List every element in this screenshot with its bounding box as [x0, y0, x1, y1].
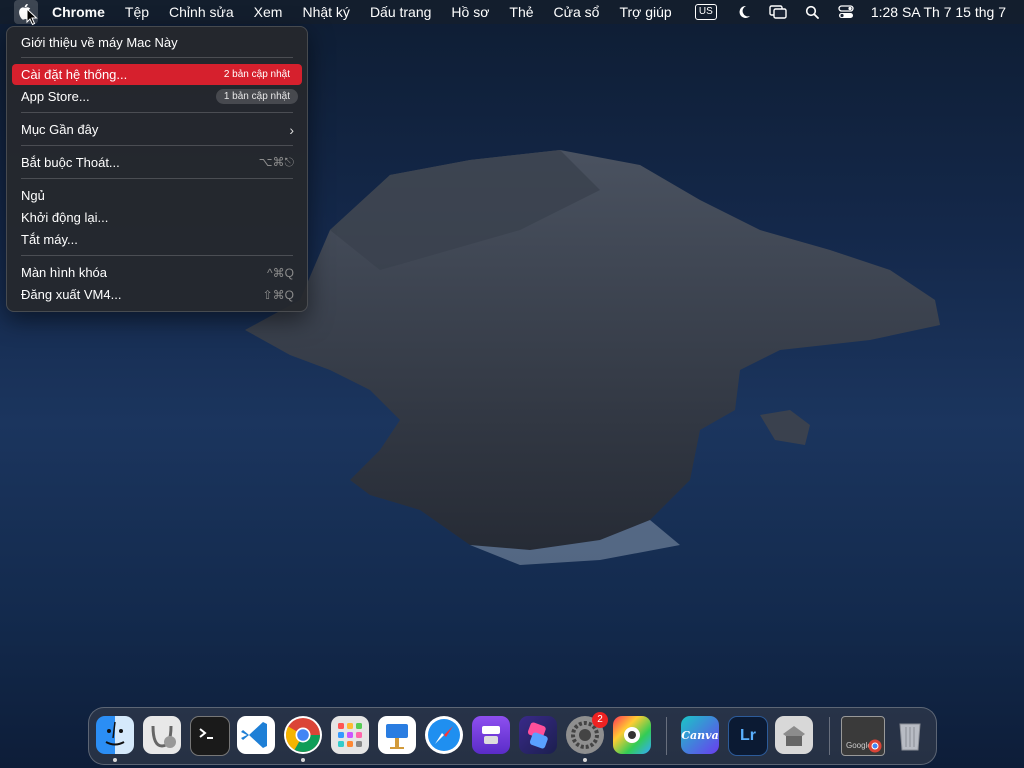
dock: 2 Canva Lr Google	[88, 707, 937, 765]
menu-item-log-out[interactable]: Đăng xuất VM4... ⇧⌘Q	[12, 284, 302, 305]
lightroom-icon[interactable]: Lr	[728, 716, 768, 756]
notification-badge: 2	[592, 712, 608, 728]
menu-item-sleep[interactable]: Ngủ	[12, 185, 302, 206]
menu-item-label: Ngủ	[21, 188, 45, 203]
lightroom-label: Lr	[740, 727, 756, 744]
chrome-badge-icon	[868, 739, 882, 753]
update-count-badge: 2 bản cập nhật	[223, 69, 290, 80]
color-ui-icon[interactable]	[613, 716, 651, 754]
menu-item-label: Khởi động lại...	[21, 210, 109, 225]
menu-help[interactable]: Trợ giúp	[609, 4, 681, 20]
chrome-icon[interactable]	[284, 716, 322, 754]
menu-item-label: Đăng xuất VM4...	[21, 287, 122, 302]
menu-item-force-quit[interactable]: Bắt buộc Thoát... ⌥⌘⎋	[12, 152, 302, 173]
menu-tab[interactable]: Thẻ	[499, 4, 543, 20]
menu-item-shutdown[interactable]: Tắt máy...	[12, 229, 302, 250]
keyboard-shortcut: ^⌘Q	[267, 265, 294, 280]
trash-icon[interactable]	[891, 716, 929, 754]
menu-item-label: Cài đặt hệ thống...	[21, 67, 128, 82]
mouse-cursor-icon	[26, 8, 38, 26]
menu-bookmarks[interactable]: Dấu trang	[360, 4, 441, 20]
keyboard-shortcut: ⇧⌘Q	[262, 287, 294, 302]
menu-separator	[21, 178, 293, 179]
menu-window[interactable]: Cửa sổ	[544, 4, 610, 20]
menu-file[interactable]: Tệp	[115, 4, 159, 20]
vscode-icon[interactable]	[237, 716, 275, 754]
finder-icon[interactable]	[96, 716, 134, 754]
menu-history[interactable]: Nhật ký	[292, 4, 359, 20]
apple-configurator-icon[interactable]	[472, 716, 510, 754]
running-indicator	[301, 758, 305, 762]
menu-item-label: Giới thiệu về máy Mac Này	[21, 35, 178, 50]
menu-edit[interactable]: Chỉnh sửa	[159, 4, 244, 20]
control-center-icon[interactable]	[837, 3, 855, 21]
system-settings-icon[interactable]: 2	[566, 712, 608, 754]
terminal-icon[interactable]	[190, 716, 230, 756]
menu-app-name[interactable]: Chrome	[38, 4, 115, 20]
menu-item-label: Mục Gần đây	[21, 122, 99, 137]
chevron-right-icon: ›	[289, 122, 294, 138]
menu-item-about-this-mac[interactable]: Giới thiệu về máy Mac Này	[12, 32, 302, 53]
keynote-icon[interactable]	[378, 716, 416, 754]
menu-item-label: App Store...	[21, 89, 90, 104]
running-indicator	[113, 758, 117, 762]
update-count-badge: 1 bản cập nhật	[215, 89, 298, 104]
menu-view[interactable]: Xem	[244, 4, 293, 20]
menu-item-label: Tắt máy...	[21, 232, 78, 247]
screen-mirroring-icon[interactable]	[769, 3, 787, 21]
menu-separator	[21, 112, 293, 113]
menu-item-app-store[interactable]: App Store... 1 bản cập nhật	[12, 86, 302, 107]
running-indicator	[583, 758, 587, 762]
shortcuts-icon[interactable]	[519, 716, 557, 754]
focus-moon-icon[interactable]	[735, 3, 753, 21]
installer-icon[interactable]	[775, 716, 813, 754]
menu-item-system-settings[interactable]: Cài đặt hệ thống... 2 bản cập nhật	[12, 64, 302, 85]
canva-label: Canva	[681, 728, 719, 742]
menu-separator	[21, 145, 293, 146]
menu-bar: Chrome Tệp Chỉnh sửa Xem Nhật ký Dấu tra…	[0, 0, 1024, 24]
disk-utility-icon[interactable]	[143, 716, 181, 754]
menu-profiles[interactable]: Hồ sơ	[441, 4, 499, 20]
menu-separator	[21, 57, 293, 58]
menu-item-restart[interactable]: Khởi động lại...	[12, 207, 302, 228]
input-source-indicator[interactable]: US	[694, 4, 717, 20]
apple-menu-dropdown: Giới thiệu về máy Mac Này Cài đặt hệ thố…	[6, 26, 308, 312]
menu-item-label: Màn hình khóa	[21, 265, 108, 280]
menu-item-label: Bắt buộc Thoát...	[21, 155, 120, 170]
menu-separator	[21, 255, 293, 256]
keyboard-shortcut: ⌥⌘⎋	[258, 155, 294, 169]
dock-divider	[829, 717, 830, 755]
menu-item-recent-items[interactable]: Mục Gần đây ›	[12, 119, 302, 140]
chrome-window-thumbnail[interactable]: Google	[841, 716, 885, 756]
search-icon[interactable]	[803, 3, 821, 21]
menu-item-lock-screen[interactable]: Màn hình khóa ^⌘Q	[12, 262, 302, 283]
safari-icon[interactable]	[425, 716, 463, 754]
launchpad-icon[interactable]	[331, 716, 369, 754]
dock-divider	[666, 717, 667, 755]
canva-icon[interactable]: Canva	[681, 716, 719, 754]
menubar-clock[interactable]: 1:28 SA Th 7 15 thg 7	[871, 4, 1006, 20]
